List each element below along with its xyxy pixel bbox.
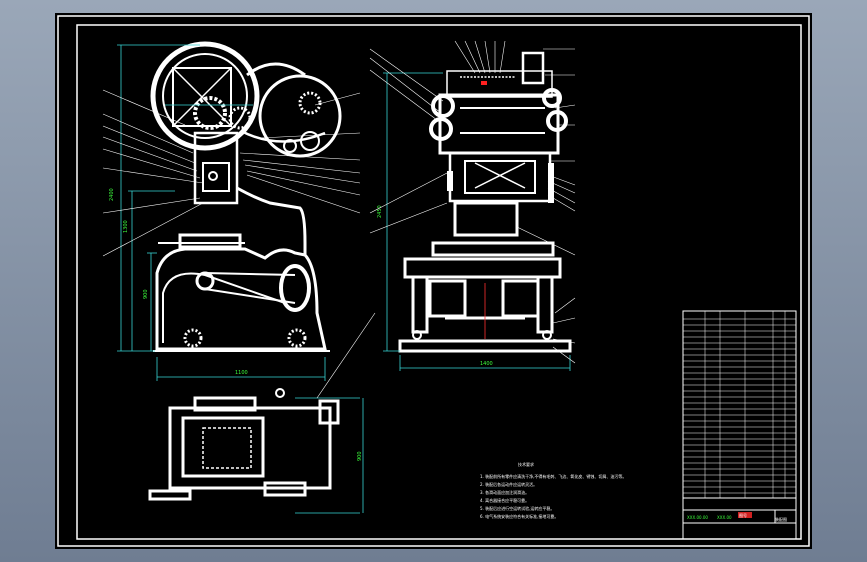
title-block: 图号 XXX.00.00 XXX.00 装配图 <box>682 310 797 540</box>
dim-side-width: 1400 <box>480 361 493 367</box>
note-6: 6. 电气系统安装应符合有关标准,接地可靠。 <box>480 513 558 519</box>
red-stamp: 图号 <box>739 512 747 518</box>
slide-block <box>453 201 519 237</box>
front-view: 2400 1300 900 1100 <box>102 41 361 381</box>
note-1: 1. 装配前所有零件应清洗干净,不得有毛刺、飞边、氧化皮、锈蚀、切屑、油污等。 <box>480 473 626 479</box>
title-mid-label: XXX.00 <box>717 515 732 520</box>
dim-front-mid: 900 <box>143 289 149 299</box>
motor <box>279 264 311 312</box>
note-2: 2. 装配后各运动件应运转灵活。 <box>480 481 537 487</box>
dim-plan-depth: 900 <box>357 451 363 461</box>
title-stamp: 装配图 <box>775 516 787 522</box>
dim-side-height: 2450 <box>377 205 383 218</box>
red-marker <box>481 81 487 85</box>
note-4: 4. 离合器接合应平稳可靠。 <box>480 497 529 503</box>
assembly-drawing: 2400 1300 900 1100 2450 1400 900 技术要求 1.… <box>57 15 810 547</box>
dim-front-lower: 1300 <box>123 220 129 233</box>
cad-viewport[interactable]: 2400 1300 900 1100 2450 1400 900 技术要求 1.… <box>55 13 812 549</box>
dim-front-width: 1100 <box>235 370 248 376</box>
title-left-label: XXX.00.00 <box>687 515 708 520</box>
plan-view: 900 <box>148 312 376 514</box>
base <box>155 247 327 351</box>
note-5: 5. 装配后应进行空运转试验,运转应平稳。 <box>480 505 554 511</box>
notes-title: 技术要求 <box>518 461 534 467</box>
note-3: 3. 各滑动面应加注润滑油。 <box>480 489 529 495</box>
motor-pulley <box>258 74 342 158</box>
main-gear <box>193 96 227 130</box>
bolster <box>178 233 242 249</box>
side-view: 2450 1400 <box>369 40 576 371</box>
upper-body <box>438 93 560 155</box>
dim-front-height: 2400 <box>109 188 115 201</box>
parts-list-frame <box>682 310 797 540</box>
technical-notes: 技术要求 1. 装配前所有零件应清洗干净,不得有毛刺、飞边、氧化皮、锈蚀、切屑、… <box>480 461 626 519</box>
